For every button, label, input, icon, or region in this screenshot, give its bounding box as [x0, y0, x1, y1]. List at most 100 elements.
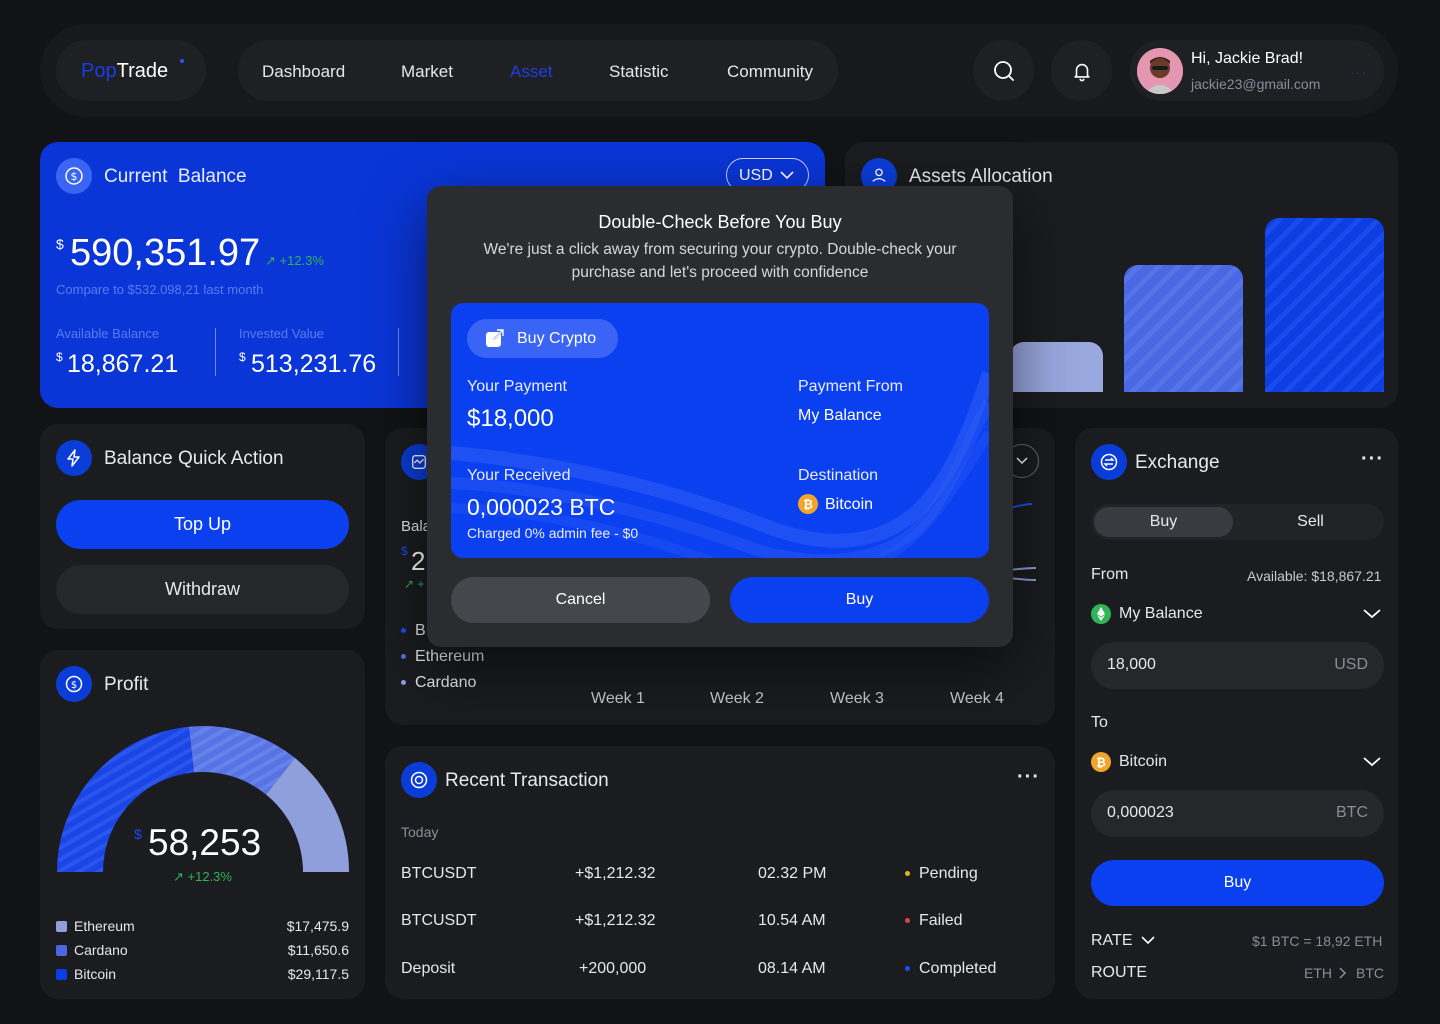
quick-action-card: Balance Quick Action Top Up Withdraw: [40, 424, 365, 629]
from-asset-select[interactable]: My Balance: [1091, 603, 1384, 627]
more-icon[interactable]: ···: [1350, 64, 1367, 80]
tx-amount: +$1,212.32: [575, 865, 656, 882]
from-label: From: [1091, 566, 1129, 583]
status-dot: [905, 871, 910, 877]
tx-time: 02.32 PM: [758, 865, 827, 882]
payment-value: $18,000: [467, 405, 554, 432]
allocation-title: Assets Allocation: [909, 166, 1053, 187]
user-profile[interactable]: Hi, Jackie Brad! jackie23@gmail.com ···: [1130, 40, 1384, 101]
tx-name: Deposit: [401, 960, 456, 977]
tx-amount: +$1,212.32: [575, 912, 656, 929]
lightning-icon: [56, 440, 92, 476]
currency-label: USD: [739, 167, 773, 184]
logo-trade: Trade: [116, 60, 169, 82]
svg-text:$: $: [71, 680, 77, 691]
tab-buy[interactable]: Buy: [1094, 507, 1233, 537]
legend-swatch-cardano: [56, 945, 67, 956]
logo-pop: Pop: [81, 60, 117, 82]
user-email: jackie23@gmail.com: [1191, 76, 1321, 92]
buy-crypto-chip: Buy Crypto: [467, 319, 618, 358]
withdraw-button[interactable]: Withdraw: [56, 565, 349, 614]
chevron-down-icon: [1141, 936, 1155, 945]
notification-button[interactable]: [1051, 40, 1112, 101]
recent-transaction-card: Recent Transaction ··· Today BTCUSDT +$1…: [385, 746, 1055, 999]
balance-compare: Compare to $532.098,21 last month: [56, 282, 264, 297]
svg-text:$: $: [71, 170, 78, 183]
chart-lines: [1010, 503, 1037, 581]
legend-label-ethereum: Ethereum: [74, 918, 135, 934]
logo[interactable]: PopTrade: [56, 40, 206, 101]
invested-value: 513,231.76: [251, 350, 377, 378]
tx-name: BTCUSDT: [401, 912, 477, 929]
tx-amount: +200,000: [579, 960, 647, 977]
week-label: Week 3: [830, 690, 884, 707]
legend-swatch-bitcoin: [56, 969, 67, 980]
rate-toggle[interactable]: RATE: [1091, 932, 1155, 950]
modal-subtitle-line1: We're just a click away from securing yo…: [483, 241, 957, 258]
refresh-icon: [401, 762, 437, 798]
nav-statistic[interactable]: Statistic: [609, 62, 669, 82]
balance-amount: 590,351.97: [70, 232, 261, 274]
tx-status: Completed: [919, 960, 997, 977]
main-nav: Dashboard Market Asset Statistic Communi…: [238, 40, 838, 101]
external-link-icon: [486, 329, 504, 347]
confirm-buy-button[interactable]: Buy: [730, 577, 989, 623]
modal-subtitle-line2: purchase and let's proceed with confiden…: [571, 264, 869, 281]
legend-value-ethereum: $17,475.9: [286, 918, 349, 934]
nav-market[interactable]: Market: [401, 62, 453, 82]
divider: [398, 328, 399, 376]
chip-label: Buy Crypto: [517, 330, 597, 347]
nav-asset[interactable]: Asset: [510, 62, 553, 82]
top-header: PopTrade Dashboard Market Asset Statisti…: [40, 24, 1398, 117]
chevron-down-icon: [1363, 757, 1381, 767]
available-balance: Available: $18,867.21: [1247, 568, 1382, 584]
allocation-bar: [1010, 342, 1103, 392]
svg-text:₿: ₿: [1096, 756, 1106, 770]
profit-title: Profit: [104, 674, 149, 695]
bitcoin-icon: ₿: [1091, 752, 1111, 772]
nav-community[interactable]: Community: [727, 62, 813, 82]
available-label: Available Balance: [56, 326, 160, 341]
avatar: [1137, 48, 1183, 94]
exchange-buy-button[interactable]: Buy: [1091, 860, 1384, 906]
tab-sell[interactable]: Sell: [1241, 507, 1380, 537]
to-amount-input[interactable]: 0,000023 BTC: [1091, 790, 1384, 837]
dollar-icon: $: [56, 158, 92, 194]
balance-title: Current Balance: [104, 166, 247, 187]
available-symbol: $: [56, 350, 63, 364]
rate-label: RATE: [1091, 932, 1133, 949]
to-label: To: [1091, 714, 1108, 731]
tx-name: BTCUSDT: [401, 865, 477, 882]
available-value: 18,867.21: [67, 350, 179, 378]
to-asset-select[interactable]: ₿ Bitcoin: [1091, 751, 1384, 775]
chevron-down-icon: [1363, 609, 1381, 619]
route-label: ROUTE: [1091, 964, 1147, 981]
balance-currency-symbol: $: [56, 236, 64, 252]
fee-note: Charged 0% admin fee - $0: [467, 525, 639, 541]
legend-dot: [401, 654, 406, 660]
legend-label-bitcoin: Bitcoin: [74, 966, 117, 982]
more-options-icon[interactable]: ···: [1361, 448, 1384, 471]
exchange-icon: [1091, 444, 1127, 480]
more-options-icon[interactable]: ···: [1017, 766, 1040, 789]
received-value: 0,000023 BTC: [467, 494, 616, 520]
nav-dashboard[interactable]: Dashboard: [262, 62, 345, 82]
search-icon: [993, 60, 1014, 81]
chevron-down-icon: [1016, 457, 1028, 465]
chart-value-partial: 2: [411, 546, 426, 576]
top-up-button[interactable]: Top Up: [56, 500, 349, 549]
profit-change: ↗ +12.3%: [173, 869, 232, 884]
chart-legend-ethereum: Ethereum: [415, 648, 485, 665]
ethereum-icon: [1091, 604, 1111, 624]
search-button[interactable]: [973, 40, 1034, 101]
profit-amount: 58,253: [148, 822, 262, 863]
from-currency: USD: [1334, 656, 1368, 673]
exchange-title: Exchange: [1135, 452, 1220, 473]
cancel-button[interactable]: Cancel: [451, 577, 710, 623]
modal-title: Double-Check Before You Buy: [598, 212, 842, 232]
user-greeting: Hi, Jackie Brad!: [1191, 50, 1304, 67]
divider: [215, 328, 216, 376]
from-amount-input[interactable]: 18,000 USD: [1091, 642, 1384, 689]
to-amount: 0,000023: [1107, 804, 1174, 821]
invested-symbol: $: [239, 350, 246, 364]
